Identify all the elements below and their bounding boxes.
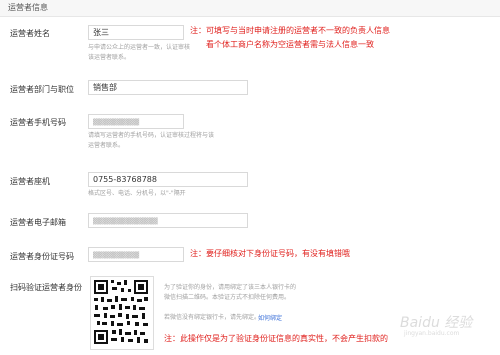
idcard-input[interactable]: ▓▓▓▓▓▓▓▓▓▓: [88, 247, 184, 262]
name-hint: 与申请公众上的运营者一致，认证审核: [88, 44, 191, 51]
name-annotation-1: 注：可填写与当时申请注册的运营者不一致的负责人信息: [190, 26, 390, 35]
department-label: 运营者部门与职位: [10, 85, 74, 94]
section-header: 运营者信息: [0, 0, 500, 17]
email-blurred-value: ▓▓▓▓▓▓▓▓▓▓▓▓▓▓: [93, 218, 158, 225]
idcard-annotation: 注：要仔细核对下身份证号码，有没有填错哦: [190, 249, 350, 258]
email-input[interactable]: ▓▓▓▓▓▓▓▓▓▓▓▓▓▓: [88, 213, 248, 228]
idcard-label: 运营者身份证号码: [10, 252, 74, 261]
verify-hint-2: 微信扫描二维码。本验证方式不扣除任何费用。: [164, 294, 291, 301]
verify-label: 扫码验证运营者身份: [10, 283, 82, 292]
phone-input[interactable]: ▓▓▓▓▓▓▓▓▓▓: [88, 114, 184, 129]
verify-hint-3: 若微信没有绑定银行卡，请先绑定。: [164, 314, 261, 321]
verify-hint: 为了验证你的身份，请用绑定了该三本人银行卡的: [164, 284, 297, 291]
tel-hint: 格式区号、电话、分机号，以"-"隔开: [88, 190, 186, 197]
qr-code: [90, 276, 154, 350]
name-label: 运营者姓名: [10, 29, 50, 38]
phone-hint: 请填写运营者的手机号码，认证审核过程将与该: [88, 132, 215, 139]
email-label: 运营者电子邮箱: [10, 218, 66, 227]
name-hint-2: 该运营者联系。: [88, 54, 131, 61]
name-annotation-2: 看个体工商户名称为空运营者需与法人信息一致: [206, 40, 374, 49]
section-title: 运营者信息: [8, 3, 48, 12]
idcard-blurred-value: ▓▓▓▓▓▓▓▓▓▓: [93, 252, 140, 259]
phone-blurred-value: ▓▓▓▓▓▓▓▓▓▓: [93, 119, 140, 126]
phone-label: 运营者手机号码: [10, 118, 66, 127]
phone-hint-2: 运营者联系。: [88, 142, 125, 149]
tel-input[interactable]: 0755-83768788: [88, 172, 248, 187]
watermark-logo: Baidu 经验: [400, 315, 473, 331]
department-input[interactable]: 销售部: [88, 80, 248, 95]
name-input[interactable]: 张三: [88, 25, 184, 40]
verify-annotation: 注：此操作仅是为了验证身份证信息的真实性，不会产生扣款的: [164, 334, 388, 343]
watermark-url: jingyan.baidu.com: [404, 330, 460, 337]
qr-code-image: [94, 280, 148, 344]
how-to-bind-link[interactable]: 如何绑定: [258, 313, 282, 322]
tel-label: 运营者座机: [10, 177, 50, 186]
